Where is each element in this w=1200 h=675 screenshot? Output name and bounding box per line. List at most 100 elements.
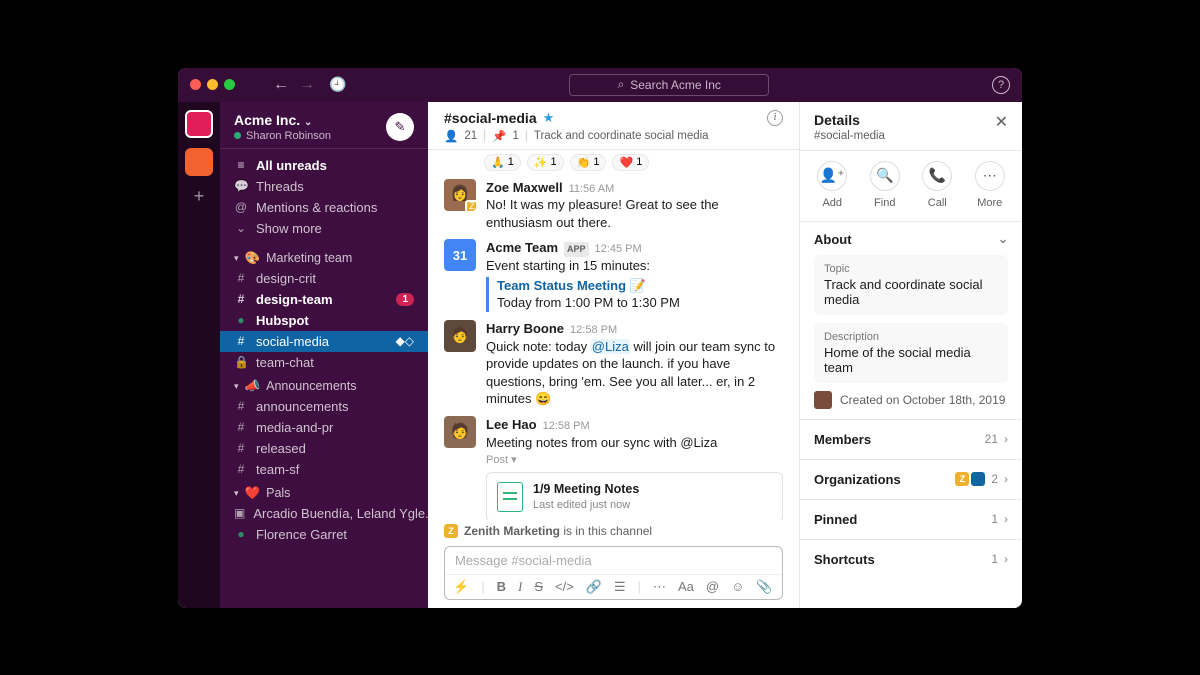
- message-body: Event starting in 15 minutes:: [486, 257, 680, 275]
- details-organizations-row[interactable]: OrganizationsZ2 ›: [800, 460, 1022, 500]
- details-find-button[interactable]: 🔍Find: [859, 161, 912, 209]
- reaction[interactable]: 👏1: [570, 154, 607, 171]
- help-button[interactable]: ?: [992, 76, 1010, 94]
- presence-indicator: [234, 132, 241, 139]
- message-body: Quick note: today @Liza will join our te…: [486, 338, 783, 408]
- channel-topic-short[interactable]: Track and coordinate social media: [534, 130, 709, 142]
- reaction[interactable]: ❤️1: [612, 154, 649, 171]
- sidebar-group-pals[interactable]: ▾❤️Pals: [220, 480, 428, 503]
- minimize-window-button[interactable]: [207, 79, 218, 90]
- message-composer[interactable]: Message #social-media ⚡| B I S </> 🔗 ☰ |…: [444, 546, 783, 600]
- sidebar-show-more[interactable]: ⌄Show more: [220, 218, 428, 239]
- calendar-event[interactable]: Team Status Meeting 📝 Today from 1:00 PM…: [486, 277, 680, 312]
- sidebar-dm-1[interactable]: ▣Arcadio Buendía, Leland Ygle...: [220, 503, 428, 524]
- avatar[interactable]: 👩Z: [444, 179, 476, 211]
- composer-input[interactable]: Message #social-media: [445, 547, 782, 574]
- more-format-button[interactable]: ⋯: [653, 579, 666, 595]
- history-button[interactable]: 🕘: [329, 76, 346, 93]
- emoji-button[interactable]: ☺: [731, 579, 744, 594]
- more-icon: ⋯: [975, 161, 1005, 191]
- message-author[interactable]: Harry Boone: [486, 320, 564, 338]
- maximize-window-button[interactable]: [224, 79, 235, 90]
- reaction[interactable]: ✨1: [527, 154, 564, 171]
- code-button[interactable]: </>: [555, 579, 574, 594]
- sidebar-all-unreads[interactable]: ≡All unreads: [220, 155, 428, 176]
- nav-back-button[interactable]: ←: [273, 76, 289, 94]
- pin-count[interactable]: 1: [512, 130, 518, 142]
- star-icon[interactable]: ★: [543, 110, 555, 126]
- topic-block[interactable]: Topic Track and coordinate social media: [814, 255, 1008, 315]
- sidebar-channel-social-media[interactable]: #social-media◆◇: [220, 331, 428, 352]
- reaction[interactable]: 🙏1: [484, 154, 521, 171]
- sidebar-channel-media-and-pr[interactable]: #media-and-pr: [220, 417, 428, 438]
- avatar[interactable]: 31: [444, 239, 476, 271]
- about-header[interactable]: About⌄: [814, 232, 1008, 247]
- sidebar-channel-team-chat[interactable]: 🔒team-chat: [220, 352, 428, 373]
- details-shortcuts-row[interactable]: Shortcuts1 ›: [800, 540, 1022, 579]
- sidebar-channel-design-crit[interactable]: #design-crit: [220, 268, 428, 289]
- sidebar-channel-released[interactable]: #released: [220, 438, 428, 459]
- sidebar-group-announcements[interactable]: ▾📣Announcements: [220, 373, 428, 396]
- post-type-label[interactable]: Post ▾: [486, 453, 783, 468]
- nav-forward-button[interactable]: →: [299, 76, 315, 94]
- sidebar-threads[interactable]: 💬Threads: [220, 176, 428, 197]
- sidebar-mentions[interactable]: @Mentions & reactions: [220, 197, 428, 218]
- workspace-switcher-1[interactable]: [185, 110, 213, 138]
- attachment-subtitle: Last edited just now: [533, 498, 639, 513]
- details-call-button[interactable]: 📞Call: [911, 161, 964, 209]
- format-toggle-button[interactable]: Aa: [678, 579, 694, 594]
- message-author[interactable]: Acme Team: [486, 239, 558, 257]
- member-count[interactable]: 21: [464, 130, 477, 142]
- message[interactable]: 🧑 Harry Boone 12:58 PM Quick note: today …: [428, 316, 799, 412]
- link-button[interactable]: 🔗: [586, 579, 602, 595]
- window-controls: [190, 79, 235, 90]
- strike-button[interactable]: S: [534, 579, 543, 594]
- close-window-button[interactable]: [190, 79, 201, 90]
- search-input[interactable]: ⌕ Search Acme Inc: [569, 74, 769, 96]
- file-attachment[interactable]: 1/9 Meeting Notes Last edited just now: [486, 472, 783, 519]
- channel-info-button[interactable]: i: [767, 110, 783, 126]
- details-members-row[interactable]: Members21 ›: [800, 420, 1022, 460]
- shortcuts-button[interactable]: ⚡: [453, 579, 469, 595]
- workspace-name[interactable]: Acme Inc. ⌄: [234, 112, 331, 128]
- org-badge-icon: Z: [444, 524, 458, 538]
- chevron-down-icon: ⌄: [998, 232, 1008, 246]
- mention[interactable]: @Liza: [591, 339, 630, 354]
- attachment-title: 1/9 Meeting Notes: [533, 481, 639, 498]
- sidebar-group-marketing[interactable]: ▾🎨Marketing team: [220, 245, 428, 268]
- avatar[interactable]: 🧑: [444, 320, 476, 352]
- bold-button[interactable]: B: [497, 579, 506, 594]
- message-timestamp: 12:58 PM: [570, 323, 617, 338]
- message-author[interactable]: Zoe Maxwell: [486, 179, 563, 197]
- details-add-button[interactable]: 👤⁺Add: [806, 161, 859, 209]
- add-workspace-button[interactable]: +: [194, 186, 205, 207]
- add-person-icon: 👤⁺: [817, 161, 847, 191]
- sidebar-channel-announcements[interactable]: #announcements: [220, 396, 428, 417]
- sidebar-channel-hubspot[interactable]: ●Hubspot: [220, 310, 428, 331]
- message-timestamp: 12:45 PM: [595, 242, 642, 257]
- close-details-button[interactable]: ✕: [995, 112, 1008, 132]
- details-pane: Details #social-media ✕ 👤⁺Add 🔍Find 📞Cal…: [800, 102, 1022, 608]
- message-author[interactable]: Lee Hao: [486, 416, 537, 434]
- message[interactable]: 31 Acme TeamAPP12:45 PM Event starting i…: [428, 235, 799, 315]
- message[interactable]: 👩Z Zoe Maxwell11:56 AM No! It was my ple…: [428, 175, 799, 236]
- description-block[interactable]: Description Home of the social media tea…: [814, 323, 1008, 383]
- avatar[interactable]: 🧑: [444, 416, 476, 448]
- workspace-switcher-2[interactable]: [185, 148, 213, 176]
- compose-button[interactable]: ✎: [386, 113, 414, 141]
- details-pinned-row[interactable]: Pinned1 ›: [800, 500, 1022, 540]
- details-more-button[interactable]: ⋯More: [964, 161, 1017, 209]
- list-button[interactable]: ☰: [614, 579, 626, 595]
- sidebar-channel-design-team[interactable]: #design-team1: [220, 289, 428, 310]
- mention-button[interactable]: @: [706, 579, 719, 594]
- search-placeholder: Search Acme Inc: [630, 78, 721, 92]
- message-body: No! It was my pleasure! Great to see the…: [486, 196, 783, 231]
- channel-name[interactable]: #social-media: [444, 110, 537, 126]
- sidebar-dm-2[interactable]: ●Florence Garret: [220, 524, 428, 545]
- find-icon: 🔍: [870, 161, 900, 191]
- attach-button[interactable]: 📎: [756, 579, 772, 595]
- sidebar-channel-team-sf[interactable]: #team-sf: [220, 459, 428, 480]
- message-body: Meeting notes from our sync with @Liza: [486, 434, 783, 452]
- message[interactable]: 🧑 Lee Hao12:58 PM Meeting notes from our…: [428, 412, 799, 520]
- italic-button[interactable]: I: [518, 579, 522, 595]
